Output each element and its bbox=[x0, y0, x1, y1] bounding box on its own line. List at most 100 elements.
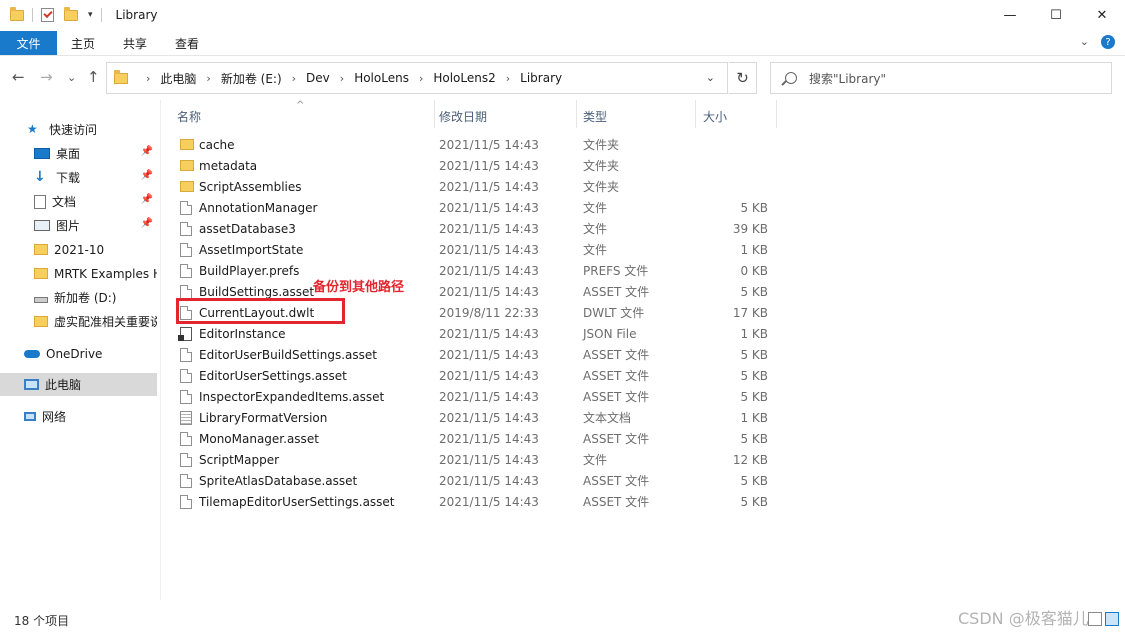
table-row[interactable]: EditorUserBuildSettings.asset 2021/11/5 1… bbox=[172, 344, 782, 365]
large-icons-view-icon[interactable] bbox=[1105, 612, 1119, 626]
file-name-cell[interactable]: metadata bbox=[180, 155, 257, 176]
minimize-button[interactable]: — bbox=[987, 0, 1033, 30]
file-name-cell[interactable]: ScriptAssemblies bbox=[180, 176, 302, 197]
window-controls: — ☐ ✕ bbox=[987, 0, 1125, 30]
table-row[interactable]: LibraryFormatVersion 2021/11/5 14:43 文本文档 1… bbox=[172, 407, 782, 428]
table-row[interactable]: assetDatabase3 2021/11/5 14:43 文件 39 KB bbox=[172, 218, 782, 239]
table-row[interactable]: EditorInstance 2021/11/5 14:43 JSON File 1 … bbox=[172, 323, 782, 344]
file-name-cell[interactable]: InspectorExpandedItems.asset bbox=[180, 386, 384, 407]
forward-arrow-icon[interactable]: → bbox=[40, 68, 53, 86]
table-row[interactable]: EditorUserSettings.asset 2021/11/5 14:43 A… bbox=[172, 365, 782, 386]
file-name: EditorUserBuildSettings.asset bbox=[199, 347, 377, 362]
file-name: TilemapEditorUserSettings.asset bbox=[199, 494, 395, 509]
pin-icon[interactable]: 📌 bbox=[141, 170, 153, 181]
nav-quick-access[interactable]: ★ 快速访问 bbox=[0, 118, 157, 141]
table-row[interactable]: ScriptMapper 2021/11/5 14:43 文件 12 KB bbox=[172, 449, 782, 470]
breadcrumb-item[interactable]: HoloLens bbox=[354, 71, 409, 85]
details-view-icon[interactable] bbox=[1088, 612, 1102, 626]
recent-locations-icon[interactable]: ⌄ bbox=[67, 71, 76, 84]
tab-view[interactable]: 查看 bbox=[161, 31, 213, 55]
file-name-cell[interactable]: BuildPlayer.prefs bbox=[180, 260, 299, 281]
column-header-date[interactable]: 修改日期 bbox=[434, 106, 574, 126]
column-header-size[interactable]: 大小 bbox=[698, 106, 774, 126]
nav-item-2021-10[interactable]: 2021-10 bbox=[0, 238, 157, 261]
help-icon[interactable]: ? bbox=[1101, 35, 1115, 49]
customize-toolbar-dropdown[interactable]: ▾ bbox=[88, 10, 93, 20]
table-row[interactable]: SpriteAtlasDatabase.asset 2021/11/5 14:43… bbox=[172, 470, 782, 491]
nav-network[interactable]: 网络 bbox=[0, 405, 157, 428]
table-row[interactable]: TilemapEditorUserSettings.asset 2021/11/5… bbox=[172, 491, 782, 512]
pin-icon[interactable]: 📌 bbox=[141, 194, 153, 205]
file-name-cell[interactable]: AnnotationManager bbox=[180, 197, 317, 218]
file-name-cell[interactable]: EditorInstance bbox=[178, 323, 286, 344]
pin-icon[interactable]: 📌 bbox=[141, 146, 153, 157]
nav-onedrive[interactable]: OneDrive bbox=[0, 342, 157, 365]
table-row[interactable]: BuildPlayer.prefs 2021/11/5 14:43 PREFS 文件… bbox=[172, 260, 782, 281]
file-size: 5 KB bbox=[740, 473, 768, 488]
search-box[interactable]: 搜索"Library" bbox=[770, 62, 1112, 94]
folder-icon[interactable] bbox=[10, 6, 24, 21]
column-divider[interactable] bbox=[776, 100, 777, 128]
nav-label: 桌面 bbox=[56, 147, 81, 161]
nav-item-desktop[interactable]: 桌面 📌 bbox=[0, 142, 157, 165]
file-name-cell[interactable]: cache bbox=[180, 134, 235, 155]
breadcrumb-separator[interactable]: › bbox=[146, 72, 150, 85]
table-row[interactable]: AnnotationManager 2021/11/5 14:43 文件 5 KB bbox=[172, 197, 782, 218]
file-size: 5 KB bbox=[740, 368, 768, 383]
maximize-button[interactable]: ☐ bbox=[1033, 0, 1079, 30]
breadcrumb-item[interactable]: 此电脑 bbox=[160, 70, 196, 87]
nav-item-documents[interactable]: 文档 📌 bbox=[0, 190, 157, 213]
table-row[interactable]: MonoManager.asset 2021/11/5 14:43 ASSET 文件… bbox=[172, 428, 782, 449]
nav-this-pc[interactable]: 此电脑 bbox=[0, 373, 157, 396]
search-input[interactable]: 搜索"Library" bbox=[809, 70, 886, 87]
tab-share[interactable]: 共享 bbox=[109, 31, 161, 55]
nav-item-mrtk-examples[interactable]: MRTK Examples H bbox=[0, 262, 157, 285]
tab-home[interactable]: 主页 bbox=[57, 31, 109, 55]
file-name-cell[interactable]: assetDatabase3 bbox=[180, 218, 296, 239]
breadcrumb-separator[interactable]: › bbox=[419, 72, 423, 85]
file-name-cell[interactable]: ScriptMapper bbox=[180, 449, 279, 470]
address-bar[interactable]: › 此电脑 › 新加卷 (E:) › Dev › HoloLens › Holo… bbox=[106, 62, 728, 94]
properties-icon[interactable] bbox=[41, 8, 54, 22]
file-name: cache bbox=[199, 137, 235, 152]
breadcrumb-separator[interactable]: › bbox=[340, 72, 344, 85]
nav-item-drive-d[interactable]: 新加卷 (D:) bbox=[0, 286, 157, 309]
ribbon-collapse-button[interactable]: ⌄ bbox=[1080, 35, 1089, 49]
pin-icon[interactable]: 📌 bbox=[141, 218, 153, 229]
file-name-cell[interactable]: EditorUserSettings.asset bbox=[180, 365, 347, 386]
table-row[interactable]: cache 2021/11/5 14:43 文件夹 bbox=[172, 134, 782, 155]
table-row[interactable]: metadata 2021/11/5 14:43 文件夹 bbox=[172, 155, 782, 176]
back-arrow-icon[interactable]: ← bbox=[12, 68, 25, 86]
file-size: 5 KB bbox=[740, 200, 768, 215]
breadcrumb-separator[interactable]: › bbox=[292, 72, 296, 85]
file-name-cell[interactable]: LibraryFormatVersion bbox=[180, 407, 327, 428]
column-divider[interactable] bbox=[695, 100, 696, 128]
table-row[interactable]: AssetImportState 2021/11/5 14:43 文件 1 KB bbox=[172, 239, 782, 260]
breadcrumb-item[interactable]: HoloLens2 bbox=[433, 71, 495, 85]
file-name-cell[interactable]: SpriteAtlasDatabase.asset bbox=[180, 470, 357, 491]
breadcrumb-item[interactable]: Library bbox=[520, 71, 562, 85]
column-divider[interactable] bbox=[576, 100, 577, 128]
table-row[interactable]: ScriptAssemblies 2021/11/5 14:43 文件夹 bbox=[172, 176, 782, 197]
tab-file[interactable]: 文件 bbox=[0, 31, 57, 55]
column-header-type[interactable]: 类型 bbox=[578, 106, 693, 126]
file-name-cell[interactable]: MonoManager.asset bbox=[180, 428, 319, 449]
breadcrumb-separator[interactable]: › bbox=[506, 72, 510, 85]
nav-item-downloads[interactable]: ↓ 下载 📌 bbox=[0, 166, 157, 189]
column-header-name[interactable]: 名称 bbox=[172, 106, 432, 126]
table-row[interactable]: InspectorExpandedItems.asset 2021/11/5 14… bbox=[172, 386, 782, 407]
address-dropdown-icon[interactable]: ⌄ bbox=[706, 71, 715, 84]
breadcrumb-item[interactable]: 新加卷 (E:) bbox=[221, 70, 282, 87]
refresh-button[interactable]: ↻ bbox=[729, 62, 757, 94]
new-folder-icon[interactable] bbox=[64, 6, 78, 21]
pane-divider[interactable] bbox=[160, 100, 161, 600]
close-button[interactable]: ✕ bbox=[1079, 0, 1125, 30]
file-name-cell[interactable]: AssetImportState bbox=[180, 239, 303, 260]
up-arrow-icon[interactable]: ↑ bbox=[87, 68, 100, 86]
file-name-cell[interactable]: TilemapEditorUserSettings.asset bbox=[180, 491, 395, 512]
breadcrumb-separator[interactable]: › bbox=[206, 72, 210, 85]
nav-item-registration-docs[interactable]: 虚实配准相关重要说 bbox=[0, 310, 157, 333]
breadcrumb-item[interactable]: Dev bbox=[306, 71, 330, 85]
file-name-cell[interactable]: EditorUserBuildSettings.asset bbox=[180, 344, 377, 365]
nav-item-pictures[interactable]: 图片 📌 bbox=[0, 214, 157, 237]
